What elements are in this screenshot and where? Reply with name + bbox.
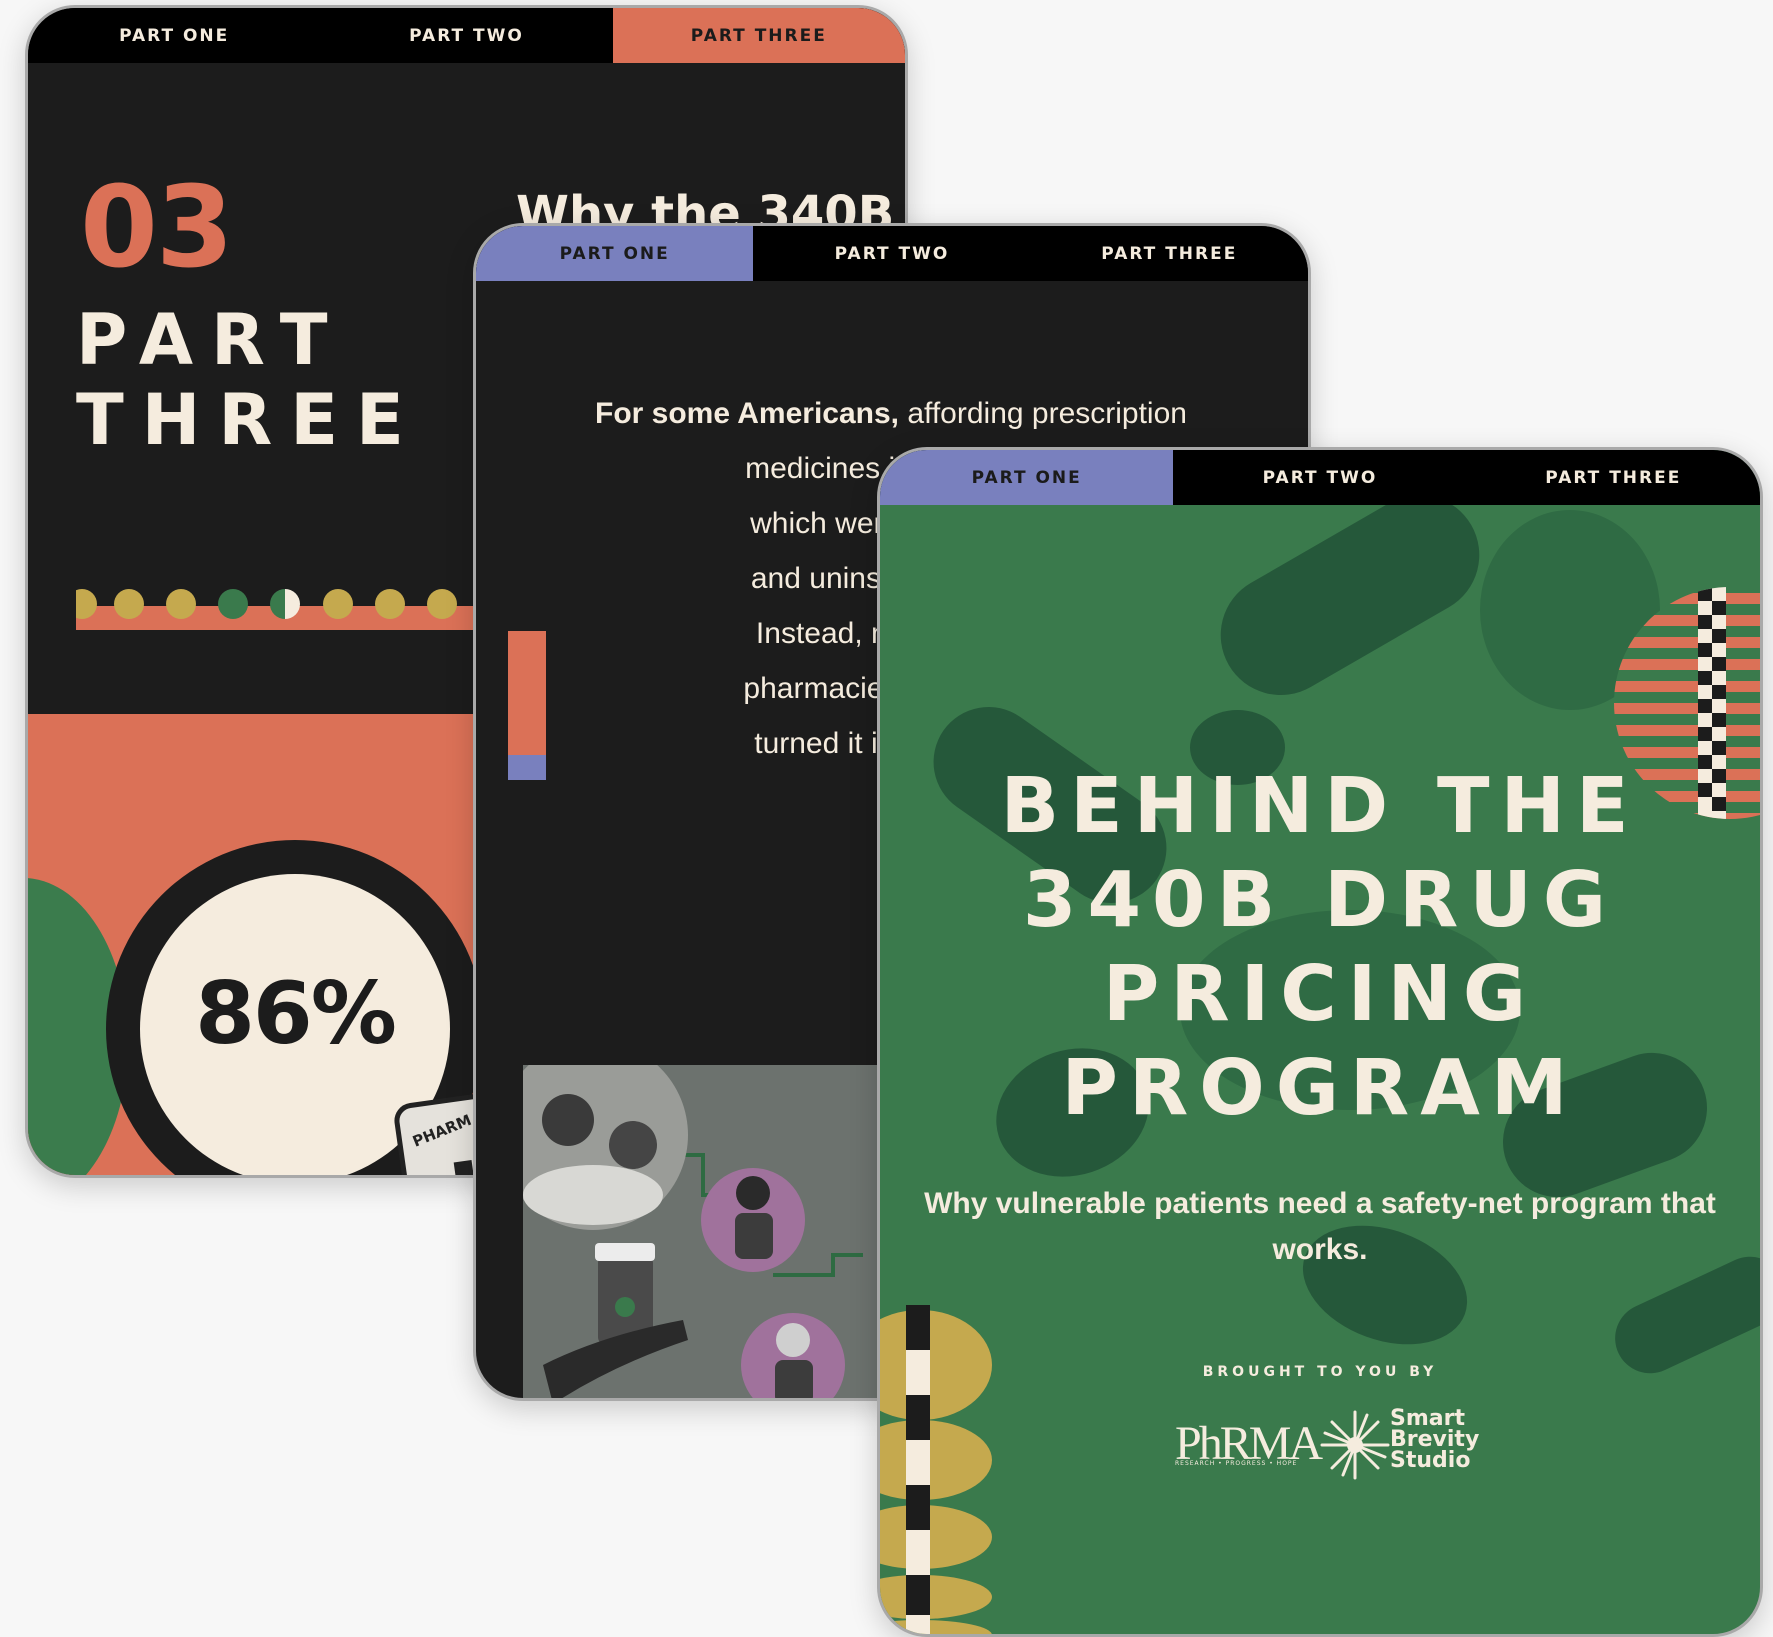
section-title-word2: THREE [76,379,422,461]
badge-text: PHARM [410,1110,474,1151]
tab-part-two[interactable]: PART TWO [753,226,1030,281]
intro-rest: affording prescription [899,397,1187,430]
capsule-decoration [1198,473,1502,717]
mustard-stack-decoration [880,1305,992,1634]
part-tabs: PART ONE PART TWO PART THREE [28,8,905,63]
cover-subtitle: Why vulnerable patients need a safety-ne… [924,1187,1716,1266]
stat-value: 86% [195,964,397,1064]
tab-part-one[interactable]: PART ONE [880,450,1174,505]
section-title: PART THREE [76,300,422,460]
tab-part-two[interactable]: PART TWO [320,8,612,63]
part-tabs: PART ONE PART TWO PART THREE [880,450,1760,505]
cover-title-line: PRICING [1102,950,1538,1039]
progress-bar-orange [508,631,546,755]
section-title-word1: PART [76,299,346,381]
sponsor-label: BROUGHT TO YOU BY [1202,1364,1438,1380]
progress-bar-blue [508,755,546,780]
dots-decoration [76,589,496,630]
section-number: 03 [80,163,234,293]
tab-part-three[interactable]: PART THREE [1031,226,1308,281]
cover-title-line: 340B DRUG [1022,856,1618,945]
logo-line: Smart [1390,1406,1465,1431]
badge-block [453,1160,474,1175]
logo-line: Studio [1390,1448,1471,1473]
intro-bold: For some Americans, [595,397,900,430]
smart-brevity-logo: Smart Brevity Studio [1390,1406,1480,1473]
tab-part-one[interactable]: PART ONE [476,226,754,281]
starburst-icon [1320,1410,1390,1480]
part-tabs: PART ONE PART TWO PART THREE [476,226,1308,281]
photo-collage [523,1065,923,1398]
tab-part-one[interactable]: PART ONE [28,8,320,63]
tab-part-two[interactable]: PART TWO [1173,450,1466,505]
cover-title-line: BEHIND THE [1000,762,1640,851]
cover-title: BEHIND THE 340B DRUG PRICING PROGRAM [880,760,1760,1136]
tab-part-three[interactable]: PART THREE [1467,450,1760,505]
logo-line: Brevity [1390,1427,1480,1452]
intro-line-first: For some Americans, affording prescripti… [581,386,1201,441]
cover-title-line: PROGRAM [1061,1044,1579,1133]
card-cover: PART ONE PART TWO PART THREE BEHIND THE … [877,447,1763,1637]
phrma-tagline: RESEARCH • PROGRESS • HOPE [1175,1460,1298,1467]
collage-illustration [523,1065,923,1398]
tab-part-three[interactable]: PART THREE [612,8,905,63]
